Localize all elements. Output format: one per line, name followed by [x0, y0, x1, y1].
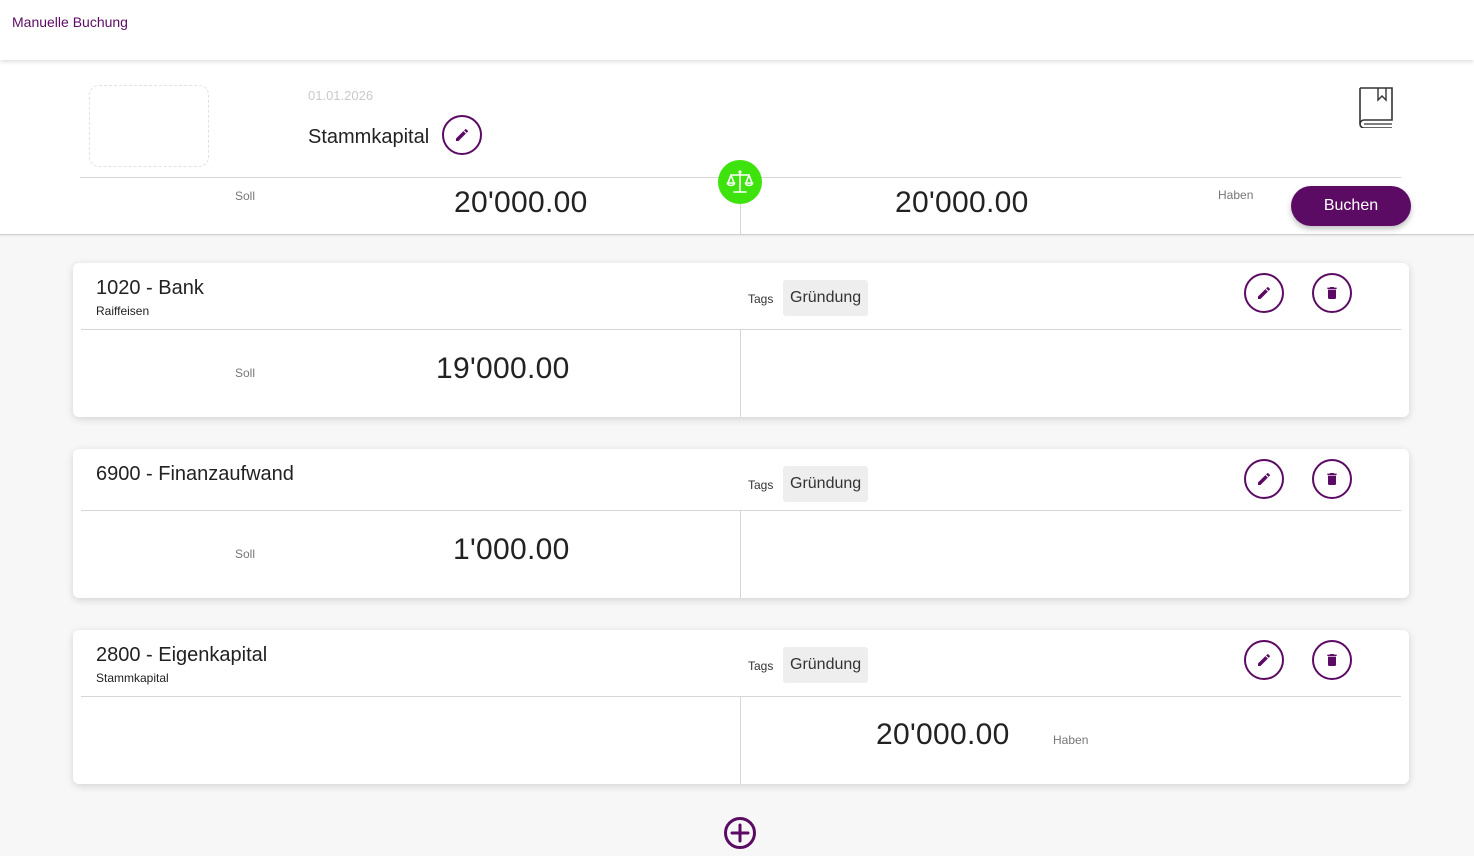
delete-entry-button[interactable] — [1312, 459, 1352, 499]
side-label: Haben — [1053, 733, 1089, 747]
entry-amount[interactable]: 19'000.00 — [436, 352, 570, 386]
entry-card: 6900 - Finanzaufwand Tags Gründung Soll … — [73, 449, 1409, 598]
plus-circle-icon — [724, 817, 756, 849]
account-subtitle: Stammkapital — [96, 671, 169, 685]
tag-chip[interactable]: Gründung — [783, 280, 869, 316]
soll-total: 20'000.00 — [454, 186, 588, 219]
entry-card: 2800 - Eigenkapital Stammkapital Tags Gr… — [73, 630, 1409, 784]
account-subtitle: Raiffeisen — [96, 304, 150, 318]
page-title: Manuelle Buchung — [12, 14, 128, 30]
tags-label: Tags — [748, 478, 774, 492]
pencil-icon — [456, 128, 469, 141]
entry-card: 1020 - Bank Raiffeisen Tags Gründung Sol… — [73, 263, 1409, 417]
edit-entry-button[interactable] — [1244, 273, 1284, 313]
card-center-divider — [740, 329, 741, 417]
haben-total: 20'000.00 — [895, 186, 1029, 219]
pencil-icon — [1258, 286, 1271, 299]
trash-icon — [1327, 654, 1337, 666]
delete-entry-button[interactable] — [1312, 640, 1352, 680]
side-label: Soll — [235, 547, 256, 561]
tags-label: Tags — [748, 292, 774, 306]
account-name: 2800 - Eigenkapital — [96, 644, 268, 666]
card-center-divider — [740, 696, 741, 784]
card-divider — [81, 329, 1401, 330]
card-divider — [81, 696, 1401, 697]
book-button[interactable]: Buchen — [1291, 186, 1411, 226]
card-center-divider — [740, 510, 741, 598]
delete-entry-button[interactable] — [1312, 273, 1352, 313]
edit-booking-button[interactable] — [442, 115, 482, 155]
side-label: Soll — [235, 366, 256, 380]
edit-entry-button[interactable] — [1244, 459, 1284, 499]
booking-date: 01.01.2026 — [308, 88, 374, 103]
edit-entry-button[interactable] — [1244, 640, 1284, 680]
card-divider — [81, 510, 1401, 511]
pencil-icon — [1258, 653, 1271, 666]
booking-header: 01.01.2026 Stammkapital Soll 20'000.00 2… — [0, 60, 1474, 235]
booking-title: Stammkapital — [308, 126, 430, 148]
trash-icon — [1327, 473, 1337, 485]
soll-label: Soll — [235, 189, 256, 203]
entry-amount[interactable]: 1'000.00 — [453, 533, 570, 567]
top-bar: Manuelle Buchung — [0, 0, 1474, 60]
tags-label: Tags — [748, 659, 774, 673]
pencil-icon — [1258, 472, 1271, 485]
account-name: 1020 - Bank — [96, 277, 204, 299]
scale-icon — [726, 170, 754, 193]
tag-chip[interactable]: Gründung — [783, 647, 869, 683]
trash-icon — [1327, 287, 1337, 299]
balance-indicator — [718, 160, 762, 204]
add-entry-button[interactable] — [723, 816, 757, 850]
tag-chip[interactable]: Gründung — [783, 466, 869, 502]
image-placeholder[interactable] — [89, 85, 209, 167]
entry-amount[interactable]: 20'000.00 — [876, 718, 1010, 752]
account-name: 6900 - Finanzaufwand — [96, 463, 294, 485]
book-icon[interactable] — [1356, 84, 1396, 128]
haben-label: Haben — [1218, 188, 1254, 202]
